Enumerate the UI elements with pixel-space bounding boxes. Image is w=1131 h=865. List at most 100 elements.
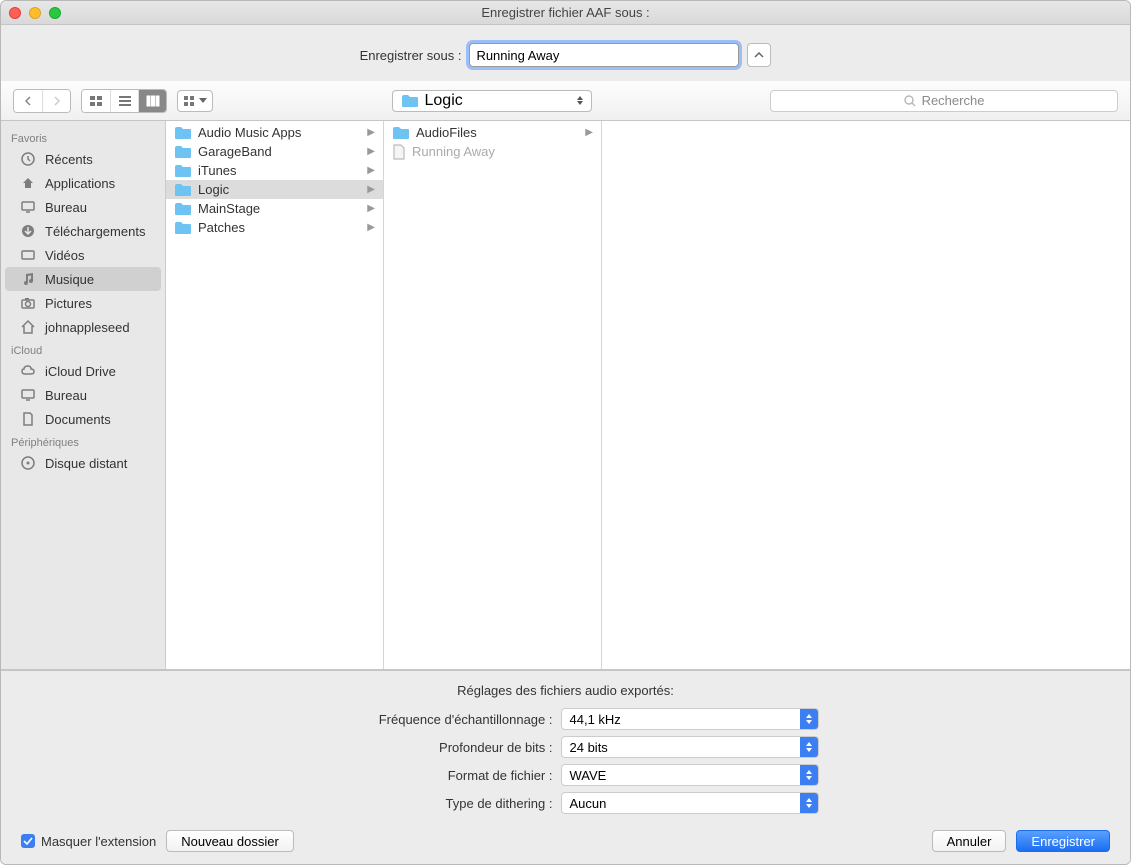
- search-placeholder: Recherche: [922, 93, 985, 108]
- item-label: Patches: [198, 220, 245, 235]
- folder-item-garageband[interactable]: GarageBand▶: [166, 142, 383, 161]
- download-icon: [19, 222, 37, 240]
- sidebar-item-label: Applications: [45, 176, 115, 191]
- select-value: WAVE: [570, 768, 607, 783]
- setting-row: Format de fichier : WAVE: [313, 764, 819, 786]
- sidebar-item-johnappleseed[interactable]: johnappleseed: [1, 315, 165, 339]
- back-button[interactable]: [14, 90, 42, 112]
- sidebar-item-label: Pictures: [45, 296, 92, 311]
- setting-select-1[interactable]: 24 bits: [561, 736, 819, 758]
- setting-select-3[interactable]: Aucun: [561, 792, 819, 814]
- list-view-button[interactable]: [110, 90, 138, 112]
- select-arrows-icon: [800, 765, 818, 785]
- video-icon: [19, 246, 37, 264]
- settings-title: Réglages des fichiers audio exportés:: [457, 683, 674, 698]
- sidebar-item-bureau[interactable]: Bureau: [1, 195, 165, 219]
- window-title: Enregistrer fichier AAF sous :: [1, 5, 1130, 20]
- file-browser: Favoris Récents Applications Bureau Téléchar…: [1, 121, 1130, 670]
- folder-icon: [392, 126, 410, 140]
- folder-icon: [401, 94, 419, 108]
- hide-extension-label: Masquer l'extension: [41, 834, 156, 849]
- item-label: Audio Music Apps: [198, 125, 301, 140]
- collapse-dialog-button[interactable]: [747, 43, 771, 67]
- folder-icon: [174, 126, 192, 140]
- setting-select-2[interactable]: WAVE: [561, 764, 819, 786]
- doc-icon: [19, 410, 37, 428]
- sidebar-item-label: Téléchargements: [45, 224, 145, 239]
- folder-item-itunes[interactable]: iTunes▶: [166, 161, 383, 180]
- sidebar-item-label: Récents: [45, 152, 93, 167]
- browser-column: AudioFiles▶ Running Away: [384, 121, 602, 669]
- path-selector[interactable]: Logic: [392, 90, 592, 112]
- filename-input[interactable]: [469, 43, 739, 67]
- folder-icon: [174, 145, 192, 159]
- chevron-right-icon: ▶: [585, 127, 593, 138]
- column-view: Audio Music Apps▶GarageBand▶iTunes▶Logic…: [166, 121, 1130, 669]
- search-input[interactable]: Recherche: [770, 90, 1118, 112]
- cancel-button[interactable]: Annuler: [932, 830, 1007, 852]
- sidebar-item-téléchargements[interactable]: Téléchargements: [1, 219, 165, 243]
- sidebar-item-label: Disque distant: [45, 456, 127, 471]
- checkbox-checked-icon: [21, 834, 35, 848]
- sidebar-header: Favoris: [1, 127, 165, 147]
- folder-item-mainstage[interactable]: MainStage ▶: [166, 199, 383, 218]
- traffic-lights: [9, 7, 61, 19]
- item-label: Running Away: [412, 144, 495, 159]
- sidebar: Favoris Récents Applications Bureau Téléchar…: [1, 121, 166, 669]
- chevron-right-icon: ▶: [367, 184, 375, 195]
- sidebar-item-label: Musique: [45, 272, 94, 287]
- item-label: iTunes: [198, 163, 237, 178]
- setting-row: Fréquence d'échantillonnage :44,1 kHz: [313, 708, 819, 730]
- sidebar-item-bureau[interactable]: Bureau: [1, 383, 165, 407]
- close-button[interactable]: [9, 7, 21, 19]
- save-button[interactable]: Enregistrer: [1016, 830, 1110, 852]
- select-value: 24 bits: [570, 740, 608, 755]
- maximize-button[interactable]: [49, 7, 61, 19]
- folder-item-patches[interactable]: Patches ▶: [166, 218, 383, 237]
- sidebar-item-label: Bureau: [45, 388, 87, 403]
- sidebar-item-musique[interactable]: Musique: [5, 267, 161, 291]
- path-label: Logic: [425, 92, 463, 110]
- minimize-button[interactable]: [29, 7, 41, 19]
- sidebar-item-pictures[interactable]: Pictures: [1, 291, 165, 315]
- folder-item-logic[interactable]: Logic ▶: [166, 180, 383, 199]
- sidebar-item-icloud-drive[interactable]: iCloud Drive: [1, 359, 165, 383]
- clock-icon: [19, 150, 37, 168]
- item-label: MainStage: [198, 201, 260, 216]
- column-view-button[interactable]: [138, 90, 166, 112]
- apps-icon: [19, 174, 37, 192]
- forward-button[interactable]: [42, 90, 70, 112]
- setting-label: Type de dithering :: [313, 796, 553, 811]
- sidebar-item-vidéos[interactable]: Vidéos: [1, 243, 165, 267]
- chevron-right-icon: ▶: [367, 222, 375, 233]
- chevron-right-icon: ▶: [367, 203, 375, 214]
- setting-select-0[interactable]: 44,1 kHz: [561, 708, 819, 730]
- disc-icon: [19, 454, 37, 472]
- footer: Masquer l'extension Nouveau dossier Annu…: [1, 820, 1130, 864]
- setting-label: Format de fichier :: [313, 768, 553, 783]
- item-label: Logic: [198, 182, 229, 197]
- file-item-running-away: Running Away: [384, 142, 601, 161]
- sidebar-item-disque-distant[interactable]: Disque distant: [1, 451, 165, 475]
- new-folder-button[interactable]: Nouveau dossier: [166, 830, 294, 852]
- folder-item-audiofiles[interactable]: AudioFiles▶: [384, 123, 601, 142]
- chevron-down-icon: [199, 98, 207, 103]
- sidebar-item-documents[interactable]: Documents: [1, 407, 165, 431]
- desktop-icon: [19, 386, 37, 404]
- hide-extension-checkbox[interactable]: Masquer l'extension: [21, 834, 156, 849]
- sidebar-item-label: Bureau: [45, 200, 87, 215]
- folder-icon: [174, 183, 192, 197]
- item-label: GarageBand: [198, 144, 272, 159]
- grouping-button[interactable]: [177, 90, 213, 112]
- search-icon: [904, 95, 916, 107]
- desktop-icon: [19, 198, 37, 216]
- folder-icon: [174, 221, 192, 235]
- select-value: 44,1 kHz: [570, 712, 621, 727]
- save-dialog-window: Enregistrer fichier AAF sous : Enregistr…: [0, 0, 1131, 865]
- view-mode-buttons: [81, 89, 167, 113]
- save-as-label: Enregistrer sous :: [360, 48, 462, 63]
- icon-view-button[interactable]: [82, 90, 110, 112]
- sidebar-item-applications[interactable]: Applications: [1, 171, 165, 195]
- sidebar-item-récents[interactable]: Récents: [1, 147, 165, 171]
- folder-item-audio-music-apps[interactable]: Audio Music Apps▶: [166, 123, 383, 142]
